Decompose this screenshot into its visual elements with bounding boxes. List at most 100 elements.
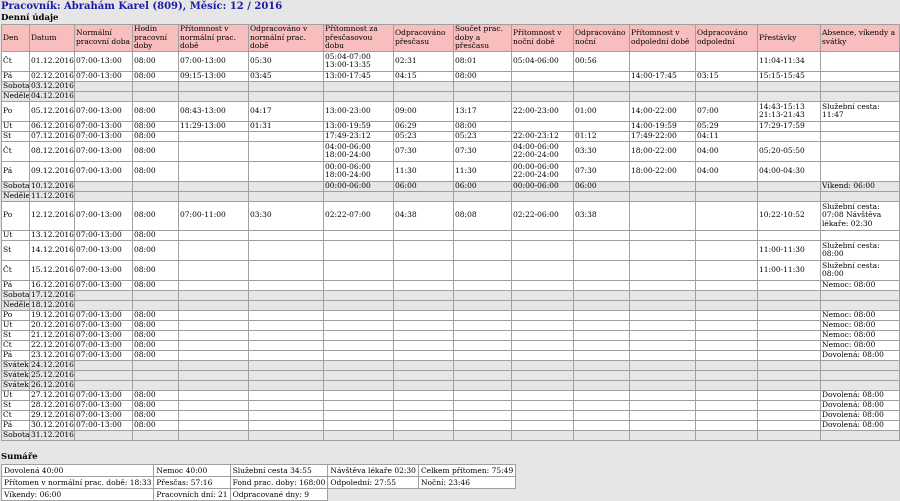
table-cell: 05:29 — [695, 120, 758, 132]
column-header: Odpracováno odpolední — [695, 24, 758, 52]
table-row: Po 19.12.2016 07:00-13:00 08:00 Nemoc: 08:00 — [1, 309, 900, 321]
table-cell: 07:30 — [573, 160, 630, 182]
table-cell: 07:00-13:00 — [74, 160, 133, 182]
table-row: Neděle 18.12.2016 — [1, 299, 900, 311]
table-cell — [248, 160, 324, 182]
table-cell — [695, 279, 758, 291]
table-cell — [629, 419, 696, 431]
table-cell — [178, 279, 249, 291]
table-cell — [453, 329, 512, 341]
table-cell: 29.12.2016 — [29, 409, 75, 421]
table-cell — [323, 229, 394, 241]
table-cell — [178, 259, 249, 281]
table-cell: 07:00-11:00 — [178, 200, 249, 231]
table-cell — [178, 409, 249, 421]
table-cell: 03:30 — [573, 140, 630, 162]
table-cell — [74, 190, 133, 202]
table-cell — [248, 399, 324, 411]
table-cell: 00:00-06:00 18:00-24:00 — [323, 160, 394, 182]
table-cell: 24.12.2016 — [29, 359, 75, 371]
table-cell — [573, 259, 630, 281]
table-cell: 10.12.2016 — [29, 180, 75, 192]
table-cell — [393, 399, 454, 411]
table-cell: Út — [1, 229, 30, 241]
table-cell: 05:23 — [393, 130, 454, 142]
table-cell: Út — [1, 120, 30, 132]
table-cell — [695, 80, 758, 92]
table-cell — [248, 329, 324, 341]
column-header: Součet prac. doby a přesčasu — [453, 24, 512, 52]
table-cell: 03:38 — [573, 200, 630, 231]
summary-cell: Víkendy: 06:00 — [0, 487, 155, 501]
table-row: Neděle 04.12.2016 — [1, 90, 900, 102]
table-cell — [820, 359, 900, 371]
table-cell — [248, 229, 324, 241]
table-cell — [178, 429, 249, 441]
table-row: Pá 23.12.2016 07:00-13:00 08:00 Dovolená: 08… — [1, 349, 900, 361]
table-cell: 08:00 — [132, 120, 179, 132]
table-cell: 07.12.2016 — [29, 130, 75, 142]
table-cell — [323, 339, 394, 351]
table-cell — [323, 369, 394, 381]
table-cell — [629, 309, 696, 321]
table-cell: Út — [1, 319, 30, 331]
table-cell — [757, 399, 821, 411]
table-cell — [248, 289, 324, 301]
table-cell — [511, 369, 574, 381]
table-cell: 08:00 — [132, 279, 179, 291]
table-cell: Dovolená: 08:00 — [820, 389, 900, 401]
table-cell: 08:00 — [132, 160, 179, 182]
table-cell: 17.12.2016 — [29, 289, 75, 301]
table-cell: 04:38 — [393, 200, 454, 231]
table-cell — [453, 190, 512, 202]
table-cell — [573, 409, 630, 421]
table-cell: 17:49-23:12 — [323, 130, 394, 142]
table-cell: 05:20-05:50 — [757, 140, 821, 162]
table-cell: 08:00 — [132, 309, 179, 321]
table-cell — [132, 90, 179, 102]
table-row: Út 06.12.2016 07:00-13:00 08:00 11:29-13:00 0… — [1, 120, 900, 132]
table-cell: 08:00 — [132, 419, 179, 431]
table-cell: Sobota — [1, 80, 30, 92]
table-cell — [248, 279, 324, 291]
table-cell — [820, 80, 900, 92]
summary-row: Přítomen v normální prac. době: 18:33 Pře… — [0, 475, 517, 489]
table-cell — [757, 339, 821, 351]
table-cell: 30.12.2016 — [29, 419, 75, 431]
table-cell — [695, 389, 758, 401]
table-cell — [629, 349, 696, 361]
table-cell: 08:00 — [453, 70, 512, 82]
table-cell: 02:22-07:00 — [323, 200, 394, 231]
table-cell: 07:00-13:00 — [74, 259, 133, 281]
table-cell — [573, 80, 630, 92]
table-cell: 07:00-13:00 — [74, 50, 133, 72]
table-cell: Dovolená: 08:00 — [820, 349, 900, 361]
table-cell — [178, 399, 249, 411]
table-cell: 07:00-13:00 — [178, 50, 249, 72]
table-cell — [573, 239, 630, 261]
table-cell: Nemoc: 08:00 — [820, 339, 900, 351]
column-header: Odpracováno v normální prac. době — [248, 24, 324, 52]
table-cell: 06.12.2016 — [29, 120, 75, 132]
table-cell: 06:29 — [393, 120, 454, 132]
table-cell — [323, 289, 394, 301]
table-cell — [393, 359, 454, 371]
table-cell: Neděle — [1, 90, 30, 102]
table-cell: Pá — [1, 419, 30, 431]
table-cell — [453, 379, 512, 391]
column-header: Den — [1, 24, 30, 52]
table-cell: Čt — [1, 50, 30, 72]
table-row: Čt 15.12.2016 07:00-13:00 08:00 11:00-11:30 S… — [1, 259, 900, 281]
table-cell — [757, 329, 821, 341]
table-cell — [820, 299, 900, 311]
table-cell — [132, 299, 179, 311]
table-cell: Sobota — [1, 180, 30, 192]
table-cell: 00:56 — [573, 50, 630, 72]
table-cell — [74, 369, 133, 381]
table-cell — [248, 379, 324, 391]
table-cell — [757, 309, 821, 321]
table-cell — [695, 180, 758, 192]
table-cell: 13:00-17:45 — [323, 70, 394, 82]
table-cell: 07:00-13:00 — [74, 239, 133, 261]
table-cell — [453, 299, 512, 311]
